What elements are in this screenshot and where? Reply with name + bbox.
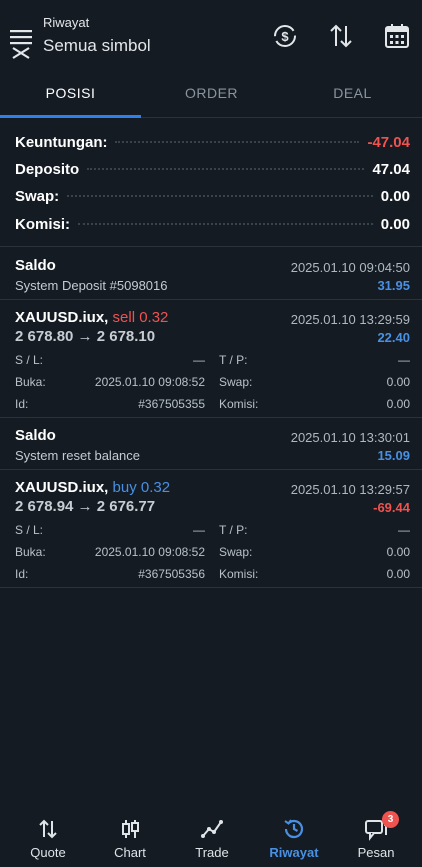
summary-deposit-row: Deposito 47.04 bbox=[15, 158, 410, 180]
commission-label: Komisi: bbox=[219, 567, 259, 581]
bottom-navigation: Quote Chart Trade Riwayat 3 Pesan bbox=[0, 807, 422, 867]
position-profit: -69.44 bbox=[373, 500, 410, 515]
balance-description: System reset balance bbox=[15, 448, 141, 463]
dotted-leader bbox=[87, 168, 365, 170]
open-time: 2025.01.10 09:08:52 bbox=[94, 545, 205, 559]
commission-value: 0.00 bbox=[386, 567, 410, 581]
position-profit: 22.40 bbox=[377, 330, 410, 345]
swap-value: 0.00 bbox=[380, 187, 410, 205]
header-title[interactable]: Semua simbol bbox=[43, 36, 151, 56]
tp-label: T / P: bbox=[219, 523, 248, 537]
commission-label: Komisi: bbox=[219, 397, 259, 411]
position-price: 2 678.94 → 2 676.77 bbox=[15, 498, 156, 515]
summary-swap-row: Swap: 0.00 bbox=[15, 185, 410, 207]
nav-label: Trade bbox=[195, 845, 229, 860]
symbol-filter-menu-icon[interactable] bbox=[10, 24, 34, 60]
tab-deals[interactable]: DEAL bbox=[282, 66, 422, 118]
position-price: 2 678.80 → 2 678.10 bbox=[15, 328, 156, 345]
sl-value: — bbox=[193, 353, 205, 367]
profit-value: -47.04 bbox=[367, 133, 410, 151]
swap-label: Swap: bbox=[219, 375, 253, 389]
commission-label: Komisi: bbox=[15, 215, 71, 233]
position-id: #367505356 bbox=[138, 567, 205, 581]
position-symbol-line: XAUUSD.iux, sell 0.32 bbox=[15, 309, 168, 326]
deposit-label: Deposito bbox=[15, 160, 80, 178]
id-label: Id: bbox=[15, 397, 29, 411]
commission-value: 0.00 bbox=[380, 215, 410, 233]
entry-time: 2025.01.10 13:30:01 bbox=[290, 430, 410, 445]
swap-label: Swap: bbox=[15, 187, 60, 205]
deposit-value: 47.04 bbox=[372, 160, 410, 178]
id-label: Id: bbox=[15, 567, 29, 581]
balance-title: Saldo bbox=[15, 427, 56, 444]
unread-badge: 3 bbox=[382, 811, 399, 828]
summary-panel: Keuntungan: -47.04 Deposito 47.04 Swap: … bbox=[0, 118, 422, 247]
tp-label: T / P: bbox=[219, 353, 248, 367]
nav-history[interactable]: Riwayat bbox=[252, 807, 336, 867]
balance-amount: 15.09 bbox=[377, 448, 410, 463]
open-time: 2025.01.10 09:08:52 bbox=[94, 375, 205, 389]
entry-time: 2025.01.10 09:04:50 bbox=[290, 260, 410, 275]
open-label: Buka: bbox=[15, 545, 46, 559]
balance-amount: 31.95 bbox=[377, 278, 410, 293]
position-id: #367505355 bbox=[138, 397, 205, 411]
tab-bar: POSISI ORDER DEAL bbox=[0, 66, 422, 118]
nav-label: Chart bbox=[114, 845, 146, 860]
entry-time: 2025.01.10 13:29:57 bbox=[290, 482, 410, 497]
tp-value: — bbox=[398, 523, 410, 537]
nav-label: Quote bbox=[30, 845, 66, 860]
dotted-leader bbox=[67, 195, 373, 197]
trade-line-icon bbox=[201, 820, 223, 838]
nav-label: Pesan bbox=[357, 845, 395, 860]
sl-label: S / L: bbox=[15, 523, 44, 537]
swap-value: 0.00 bbox=[386, 545, 410, 559]
entry-time: 2025.01.10 13:29:59 bbox=[290, 312, 410, 327]
position-side: buy 0.32 bbox=[112, 479, 171, 496]
position-side: sell 0.32 bbox=[112, 309, 169, 326]
nav-chart[interactable]: Chart bbox=[88, 807, 172, 867]
profit-label: Keuntungan: bbox=[15, 133, 108, 151]
svg-text:$: $ bbox=[281, 29, 289, 44]
nav-trade[interactable]: Trade bbox=[170, 807, 254, 867]
position-entry[interactable]: XAUUSD.iux, sell 0.32 2025.01.10 13:29:5… bbox=[0, 300, 422, 418]
quote-arrows-icon bbox=[39, 819, 57, 839]
summary-profit-row: Keuntungan: -47.04 bbox=[15, 131, 410, 153]
header-subtitle: Riwayat bbox=[43, 15, 90, 30]
swap-label: Swap: bbox=[219, 545, 253, 559]
sl-value: — bbox=[193, 523, 205, 537]
nav-label: Riwayat bbox=[269, 845, 319, 860]
tab-orders[interactable]: ORDER bbox=[141, 66, 282, 118]
open-label: Buka: bbox=[15, 375, 46, 389]
balance-title: Saldo bbox=[15, 257, 56, 274]
currency-exchange-icon[interactable]: $ bbox=[271, 22, 299, 50]
balance-entry[interactable]: Saldo 2025.01.10 13:30:01 System reset b… bbox=[0, 418, 422, 470]
sort-icon[interactable] bbox=[327, 22, 355, 50]
position-symbol: XAUUSD.iux, bbox=[15, 479, 109, 496]
balance-entry[interactable]: Saldo 2025.01.10 09:04:50 System Deposit… bbox=[0, 248, 422, 300]
calendar-icon[interactable] bbox=[383, 22, 411, 50]
nav-messages[interactable]: 3 Pesan bbox=[334, 807, 418, 867]
nav-quote[interactable]: Quote bbox=[6, 807, 90, 867]
position-symbol-line: XAUUSD.iux, buy 0.32 bbox=[15, 479, 170, 496]
app-header: Riwayat Semua simbol $ bbox=[0, 0, 422, 66]
commission-value: 0.00 bbox=[386, 397, 410, 411]
position-symbol: XAUUSD.iux, bbox=[15, 309, 109, 326]
balance-description: System Deposit #5098016 bbox=[15, 278, 168, 293]
candlestick-icon bbox=[122, 820, 139, 838]
sl-label: S / L: bbox=[15, 353, 44, 367]
summary-commission-row: Komisi: 0.00 bbox=[15, 213, 410, 235]
dotted-leader bbox=[115, 141, 360, 143]
tp-value: — bbox=[398, 353, 410, 367]
position-entry[interactable]: XAUUSD.iux, buy 0.32 2025.01.10 13:29:57… bbox=[0, 470, 422, 588]
swap-value: 0.00 bbox=[386, 375, 410, 389]
tab-positions[interactable]: POSISI bbox=[0, 66, 141, 118]
dotted-leader bbox=[78, 223, 373, 225]
history-icon bbox=[284, 819, 304, 839]
